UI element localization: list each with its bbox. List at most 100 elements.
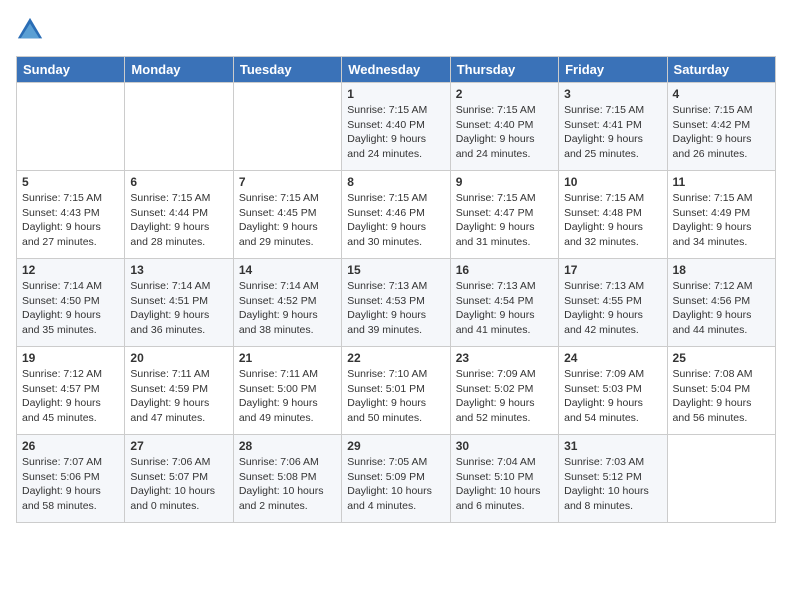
calendar-cell: 13 Sunrise: 7:14 AM Sunset: 4:51 PM Dayli… xyxy=(125,259,233,347)
day-info: Sunrise: 7:15 AM Sunset: 4:40 PM Dayligh… xyxy=(347,103,444,162)
day-info: Sunrise: 7:05 AM Sunset: 5:09 PM Dayligh… xyxy=(347,455,444,514)
calendar-cell: 12 Sunrise: 7:14 AM Sunset: 4:50 PM Dayli… xyxy=(17,259,125,347)
calendar-cell: 4 Sunrise: 7:15 AM Sunset: 4:42 PM Daylig… xyxy=(667,83,775,171)
header-saturday: Saturday xyxy=(667,57,775,83)
day-number: 31 xyxy=(564,439,661,453)
day-info: Sunrise: 7:15 AM Sunset: 4:40 PM Dayligh… xyxy=(456,103,553,162)
day-number: 18 xyxy=(673,263,770,277)
calendar-cell: 17Sunrise: 7:13 AM Sunset: 4:55 PM Dayli… xyxy=(559,259,667,347)
calendar-cell: 15 Sunrise: 7:13 AM Sunset: 4:53 PM Dayli… xyxy=(342,259,450,347)
calendar-cell xyxy=(667,435,775,523)
calendar-cell: 5Sunrise: 7:15 AM Sunset: 4:43 PM Daylig… xyxy=(17,171,125,259)
calendar-table: SundayMondayTuesdayWednesdayThursdayFrid… xyxy=(16,56,776,523)
header-friday: Friday xyxy=(559,57,667,83)
day-info: Sunrise: 7:15 AM Sunset: 4:43 PM Dayligh… xyxy=(22,191,119,250)
calendar-cell: 26 Sunrise: 7:07 AM Sunset: 5:06 PM Dayli… xyxy=(17,435,125,523)
calendar-week-row: 12 Sunrise: 7:14 AM Sunset: 4:50 PM Dayli… xyxy=(17,259,776,347)
calendar-cell: 23 Sunrise: 7:09 AM Sunset: 5:02 PM Dayli… xyxy=(450,347,558,435)
calendar-cell: 8Sunrise: 7:15 AM Sunset: 4:46 PM Daylig… xyxy=(342,171,450,259)
calendar-cell: 29 Sunrise: 7:05 AM Sunset: 5:09 PM Dayli… xyxy=(342,435,450,523)
calendar-cell: 31 Sunrise: 7:03 AM Sunset: 5:12 PM Dayli… xyxy=(559,435,667,523)
day-number: 3 xyxy=(564,87,661,101)
calendar-cell: 21Sunrise: 7:11 AM Sunset: 5:00 PM Dayli… xyxy=(233,347,341,435)
calendar-week-row: 5Sunrise: 7:15 AM Sunset: 4:43 PM Daylig… xyxy=(17,171,776,259)
calendar-cell: 14 Sunrise: 7:14 AM Sunset: 4:52 PM Dayli… xyxy=(233,259,341,347)
calendar-cell: 16 Sunrise: 7:13 AM Sunset: 4:54 PM Dayli… xyxy=(450,259,558,347)
day-info: Sunrise: 7:15 AM Sunset: 4:48 PM Dayligh… xyxy=(564,191,661,250)
day-number: 22 xyxy=(347,351,444,365)
calendar-cell: 3 Sunrise: 7:15 AM Sunset: 4:41 PM Daylig… xyxy=(559,83,667,171)
header-thursday: Thursday xyxy=(450,57,558,83)
calendar-cell xyxy=(17,83,125,171)
calendar-header-row: SundayMondayTuesdayWednesdayThursdayFrid… xyxy=(17,57,776,83)
day-number: 1 xyxy=(347,87,444,101)
day-info: Sunrise: 7:12 AM Sunset: 4:57 PM Dayligh… xyxy=(22,367,119,426)
day-number: 8 xyxy=(347,175,444,189)
calendar-cell: 22 Sunrise: 7:10 AM Sunset: 5:01 PM Dayli… xyxy=(342,347,450,435)
day-number: 16 xyxy=(456,263,553,277)
calendar-cell: 10Sunrise: 7:15 AM Sunset: 4:48 PM Dayli… xyxy=(559,171,667,259)
day-number: 30 xyxy=(456,439,553,453)
day-info: Sunrise: 7:09 AM Sunset: 5:02 PM Dayligh… xyxy=(456,367,553,426)
page-header xyxy=(16,16,776,44)
day-number: 14 xyxy=(239,263,336,277)
calendar-week-row: 19 Sunrise: 7:12 AM Sunset: 4:57 PM Dayli… xyxy=(17,347,776,435)
day-number: 12 xyxy=(22,263,119,277)
calendar-cell: 18 Sunrise: 7:12 AM Sunset: 4:56 PM Dayli… xyxy=(667,259,775,347)
day-number: 23 xyxy=(456,351,553,365)
day-number: 19 xyxy=(22,351,119,365)
calendar-cell xyxy=(233,83,341,171)
header-monday: Monday xyxy=(125,57,233,83)
day-info: Sunrise: 7:08 AM Sunset: 5:04 PM Dayligh… xyxy=(673,367,770,426)
day-info: Sunrise: 7:14 AM Sunset: 4:50 PM Dayligh… xyxy=(22,279,119,338)
header-wednesday: Wednesday xyxy=(342,57,450,83)
day-info: Sunrise: 7:14 AM Sunset: 4:52 PM Dayligh… xyxy=(239,279,336,338)
calendar-cell: 6 Sunrise: 7:15 AM Sunset: 4:44 PM Daylig… xyxy=(125,171,233,259)
day-info: Sunrise: 7:06 AM Sunset: 5:07 PM Dayligh… xyxy=(130,455,227,514)
day-number: 29 xyxy=(347,439,444,453)
calendar-cell: 9Sunrise: 7:15 AM Sunset: 4:47 PM Daylig… xyxy=(450,171,558,259)
day-number: 6 xyxy=(130,175,227,189)
day-info: Sunrise: 7:03 AM Sunset: 5:12 PM Dayligh… xyxy=(564,455,661,514)
calendar-cell xyxy=(125,83,233,171)
logo xyxy=(16,16,48,44)
day-info: Sunrise: 7:12 AM Sunset: 4:56 PM Dayligh… xyxy=(673,279,770,338)
header-sunday: Sunday xyxy=(17,57,125,83)
day-number: 7 xyxy=(239,175,336,189)
calendar-week-row: 1 Sunrise: 7:15 AM Sunset: 4:40 PM Daylig… xyxy=(17,83,776,171)
day-info: Sunrise: 7:15 AM Sunset: 4:49 PM Dayligh… xyxy=(673,191,770,250)
calendar-cell: 20Sunrise: 7:11 AM Sunset: 4:59 PM Dayli… xyxy=(125,347,233,435)
calendar-cell: 25 Sunrise: 7:08 AM Sunset: 5:04 PM Dayli… xyxy=(667,347,775,435)
day-number: 27 xyxy=(130,439,227,453)
day-number: 26 xyxy=(22,439,119,453)
day-number: 17 xyxy=(564,263,661,277)
calendar-cell: 27 Sunrise: 7:06 AM Sunset: 5:07 PM Dayli… xyxy=(125,435,233,523)
day-info: Sunrise: 7:15 AM Sunset: 4:44 PM Dayligh… xyxy=(130,191,227,250)
calendar-cell: 11Sunrise: 7:15 AM Sunset: 4:49 PM Dayli… xyxy=(667,171,775,259)
day-number: 13 xyxy=(130,263,227,277)
day-info: Sunrise: 7:15 AM Sunset: 4:42 PM Dayligh… xyxy=(673,103,770,162)
logo-icon xyxy=(16,16,44,44)
day-number: 24 xyxy=(564,351,661,365)
day-number: 28 xyxy=(239,439,336,453)
day-info: Sunrise: 7:11 AM Sunset: 4:59 PM Dayligh… xyxy=(130,367,227,426)
day-info: Sunrise: 7:14 AM Sunset: 4:51 PM Dayligh… xyxy=(130,279,227,338)
calendar-week-row: 26 Sunrise: 7:07 AM Sunset: 5:06 PM Dayli… xyxy=(17,435,776,523)
day-number: 15 xyxy=(347,263,444,277)
day-number: 25 xyxy=(673,351,770,365)
day-number: 2 xyxy=(456,87,553,101)
calendar-cell: 19 Sunrise: 7:12 AM Sunset: 4:57 PM Dayli… xyxy=(17,347,125,435)
day-info: Sunrise: 7:13 AM Sunset: 4:53 PM Dayligh… xyxy=(347,279,444,338)
day-info: Sunrise: 7:15 AM Sunset: 4:41 PM Dayligh… xyxy=(564,103,661,162)
day-number: 4 xyxy=(673,87,770,101)
day-info: Sunrise: 7:07 AM Sunset: 5:06 PM Dayligh… xyxy=(22,455,119,514)
day-info: Sunrise: 7:13 AM Sunset: 4:54 PM Dayligh… xyxy=(456,279,553,338)
day-info: Sunrise: 7:09 AM Sunset: 5:03 PM Dayligh… xyxy=(564,367,661,426)
calendar-cell: 24 Sunrise: 7:09 AM Sunset: 5:03 PM Dayli… xyxy=(559,347,667,435)
calendar-cell: 2 Sunrise: 7:15 AM Sunset: 4:40 PM Daylig… xyxy=(450,83,558,171)
calendar-cell: 7Sunrise: 7:15 AM Sunset: 4:45 PM Daylig… xyxy=(233,171,341,259)
day-number: 21 xyxy=(239,351,336,365)
day-info: Sunrise: 7:06 AM Sunset: 5:08 PM Dayligh… xyxy=(239,455,336,514)
day-info: Sunrise: 7:10 AM Sunset: 5:01 PM Dayligh… xyxy=(347,367,444,426)
header-tuesday: Tuesday xyxy=(233,57,341,83)
